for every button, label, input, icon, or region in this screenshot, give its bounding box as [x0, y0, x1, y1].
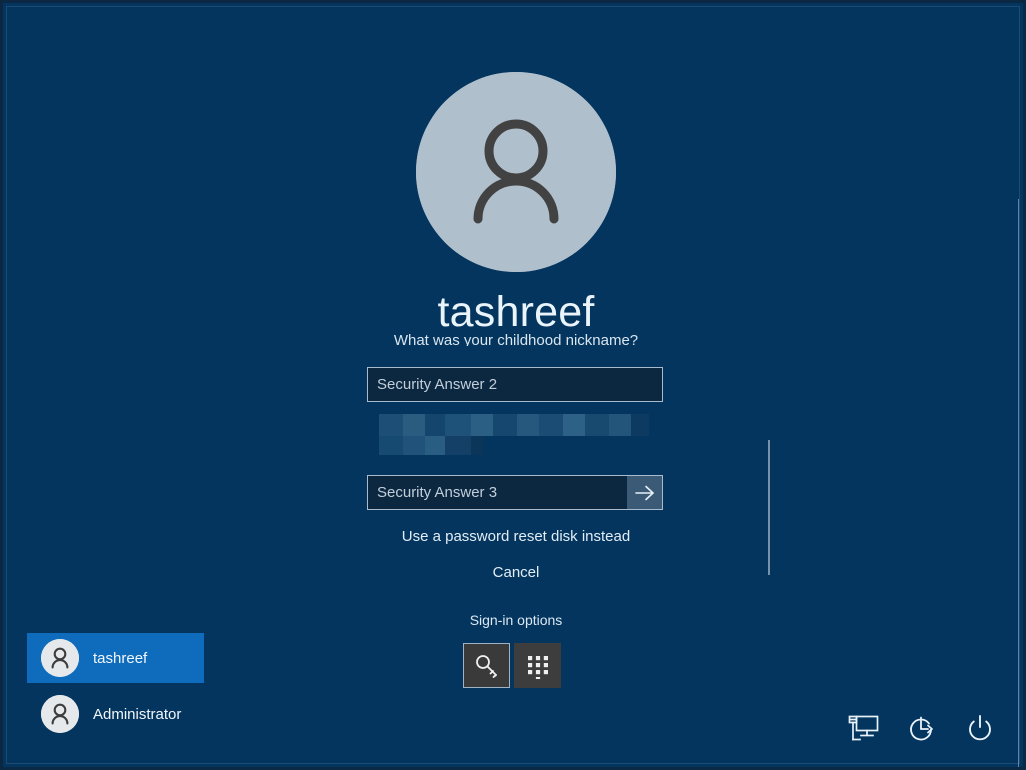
user-list-item-label: Administrator — [93, 705, 182, 723]
lock-screen: tashreef What was your childhood nicknam… — [0, 0, 1026, 770]
password-key-option-button[interactable] — [463, 643, 510, 688]
cancel-link[interactable]: Cancel — [3, 564, 1023, 581]
user-list: tashreef Administrator — [27, 633, 204, 739]
security-question-label: What was your childhood nickname? — [3, 331, 1023, 346]
security-answer-2-input[interactable] — [368, 368, 662, 401]
security-question-text: What was your childhood nickname? — [393, 332, 639, 346]
system-icons-tray — [847, 711, 997, 745]
security-answer-3-input[interactable] — [368, 476, 627, 509]
scrollbar-artifact — [768, 440, 770, 575]
right-edge-line — [1018, 199, 1019, 767]
censored-question-block — [379, 414, 661, 455]
password-reset-disk-link[interactable]: Use a password reset disk instead — [3, 528, 1023, 545]
avatar — [416, 72, 616, 272]
security-answer-2-field[interactable] — [367, 367, 663, 402]
power-icon[interactable] — [963, 711, 997, 745]
key-icon — [474, 653, 500, 679]
user-avatar-icon — [41, 639, 79, 677]
security-answer-3-field[interactable] — [367, 475, 663, 510]
user-avatar-icon — [41, 695, 79, 733]
submit-button[interactable] — [627, 476, 662, 509]
ease-of-access-icon[interactable] — [905, 711, 939, 745]
pin-keypad-icon — [526, 653, 550, 679]
network-icon[interactable] — [847, 711, 881, 745]
user-list-item-administrator[interactable]: Administrator — [27, 689, 204, 739]
user-list-item-tashreef[interactable]: tashreef — [27, 633, 204, 683]
signin-options-buttons — [463, 643, 569, 688]
signin-options-label[interactable]: Sign-in options — [3, 612, 1023, 628]
pin-option-button[interactable] — [514, 643, 561, 688]
user-list-item-label: tashreef — [93, 649, 148, 667]
